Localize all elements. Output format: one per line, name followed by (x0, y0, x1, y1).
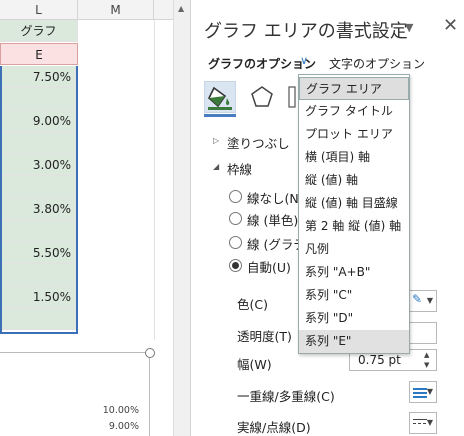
cell-value[interactable] (2, 220, 76, 242)
cell-value[interactable]: 3.80% (2, 198, 76, 220)
scroll-up-icon[interactable]: ▲ (178, 4, 184, 13)
cell-value[interactable]: 3.00% (2, 154, 76, 176)
selected-range[interactable]: 7.50% 9.00% 3.00% 3.80% 5.50% 1.50% (0, 66, 78, 334)
spreadsheet-area: L M グラフ E 7.50% 9.00% 3.00% 3.80% 5.50% … (0, 0, 190, 436)
dropdown-item[interactable]: 縦 (値) 軸 目盛線 (299, 192, 409, 215)
size-properties-icon[interactable] (287, 84, 297, 110)
effects-pentagon-icon[interactable] (249, 84, 275, 110)
dropdown-item[interactable]: 系列 "C" (299, 284, 409, 307)
title-dropdown-icon[interactable]: ▼ (405, 21, 413, 34)
radio-gradient-line[interactable] (229, 236, 242, 249)
radio-label: 線なし(N) (247, 191, 304, 206)
width-label: 幅(W) (237, 357, 272, 372)
cell-value[interactable] (2, 308, 76, 330)
spin-up-icon[interactable]: ▲ (424, 351, 429, 359)
dropdown-item-series-e[interactable]: 系列 "E" (299, 330, 409, 353)
cell-series-e[interactable]: E (0, 43, 78, 65)
collapse-triangle-icon[interactable]: ◢ (213, 162, 219, 171)
compound-lines-icon (413, 388, 427, 398)
text-options-tab[interactable]: 文字のオプション (329, 55, 425, 72)
dropdown-item[interactable]: 横 (項目) 軸 (299, 146, 409, 169)
dropdown-item[interactable]: 縦 (値) 軸 (299, 169, 409, 192)
dropdown-item[interactable]: 第 2 軸 縦 (値) 軸 (299, 215, 409, 238)
chevron-down-icon: ▼ (426, 418, 433, 427)
chart-area[interactable]: 10.00% 9.00% (0, 352, 150, 436)
expand-triangle-icon[interactable]: ▷ (213, 136, 219, 145)
column-header-L[interactable]: L (0, 0, 78, 20)
pen-icon: ✎ (412, 292, 423, 306)
pane-title: グラフ エリアの書式設定 (204, 21, 408, 42)
fill-line-icon[interactable] (204, 81, 236, 113)
y-axis-tick-label: 9.00% (108, 421, 139, 432)
border-section-header[interactable]: 枠線 (227, 159, 252, 178)
active-tab-indicator (204, 114, 236, 117)
compound-type-button[interactable]: ▼ (409, 381, 437, 403)
cell-value[interactable]: 5.50% (2, 242, 76, 264)
radio-automatic[interactable] (229, 259, 242, 272)
chevron-down-icon[interactable]: ∨ (300, 54, 308, 67)
chevron-down-icon: ▼ (426, 387, 433, 396)
radio-no-line[interactable] (229, 190, 242, 203)
cell-value[interactable] (2, 176, 76, 198)
dash-type-button[interactable]: ▼ (409, 412, 437, 434)
radio-label: 自動(U) (247, 260, 291, 275)
spin-down-icon[interactable]: ▼ (424, 361, 429, 369)
radio-solid-line[interactable] (229, 212, 242, 225)
cell-value[interactable] (2, 132, 76, 154)
chart-resize-handle[interactable] (145, 348, 155, 358)
dropdown-item[interactable]: グラフ タイトル (299, 100, 409, 123)
color-picker-button[interactable]: ✎ ▼ (409, 290, 437, 312)
y-axis-tick-label: 10.00% (102, 405, 139, 416)
cell-value[interactable]: 7.50% (2, 66, 76, 88)
chevron-down-icon: ▼ (426, 296, 433, 305)
cell-value[interactable]: 9.00% (2, 110, 76, 132)
dropdown-item-chart-area[interactable]: グラフ エリア (299, 77, 409, 100)
dash-type-label: 実線/点線(D) (237, 420, 311, 435)
dropdown-item[interactable]: 凡例 (299, 238, 409, 261)
color-label: 色(C) (237, 297, 268, 312)
chart-element-dropdown[interactable]: グラフ エリア グラフ タイトル プロット エリア 横 (項目) 軸 縦 (値)… (298, 74, 410, 354)
cell-value[interactable] (2, 88, 76, 110)
cell-header[interactable]: グラフ (0, 20, 78, 42)
cell-value[interactable]: 1.50% (2, 286, 76, 308)
dropdown-item[interactable]: 系列 "D" (299, 307, 409, 330)
transparency-label: 透明度(T) (237, 329, 292, 344)
fill-section-header[interactable]: 塗りつぶし (227, 133, 290, 152)
gridline (154, 20, 155, 340)
close-icon[interactable]: ✕ (443, 15, 458, 36)
transparency-spinner[interactable] (409, 322, 437, 344)
dropdown-item[interactable]: 系列 "A+B" (299, 261, 409, 284)
column-header-M[interactable]: M (78, 0, 154, 20)
dash-lines-icon (413, 419, 427, 424)
compound-type-label: 一重線/多重線(C) (237, 389, 335, 404)
column-header-bar: L M (0, 0, 190, 20)
cell-value[interactable] (2, 264, 76, 286)
dropdown-item[interactable]: プロット エリア (299, 123, 409, 146)
vertical-scrollbar[interactable]: ▲ (173, 0, 190, 436)
